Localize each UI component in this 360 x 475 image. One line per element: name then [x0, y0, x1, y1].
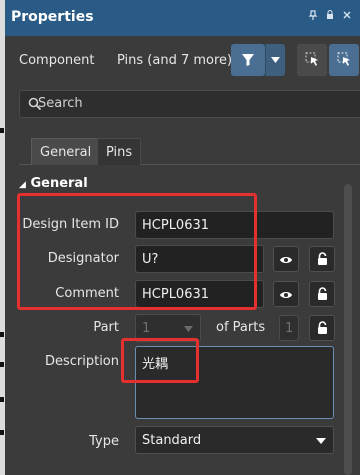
section-general-header[interactable]: ◢ General [19, 176, 88, 191]
lock-icon[interactable] [322, 10, 338, 26]
lock-icon [318, 252, 327, 265]
funnel-icon [242, 54, 254, 66]
of-parts-value: 1 [279, 315, 299, 341]
type-select[interactable]: Standard [135, 426, 334, 454]
cursor-select-icon [305, 52, 318, 66]
section-title: General [30, 176, 88, 191]
close-icon[interactable] [339, 10, 355, 26]
select-mode-button[interactable] [297, 44, 327, 76]
comment-visibility-button[interactable] [273, 281, 299, 307]
scrollbar[interactable] [344, 184, 352, 475]
filter-dropdown-button[interactable] [265, 44, 285, 76]
edge-mark [0, 397, 4, 402]
annotation-highlight-box [121, 338, 199, 383]
annotation-highlight-box [17, 193, 257, 310]
select-filter-mode-button[interactable] [329, 44, 359, 76]
tab-general[interactable]: General [31, 138, 101, 165]
type-label: Type [89, 434, 119, 449]
filter-button[interactable] [231, 44, 265, 76]
part-value: 1 [142, 321, 151, 336]
filter-scope-label: Pins (and 7 more) [117, 53, 233, 68]
cursor-filter-icon [337, 52, 350, 66]
collapse-triangle-icon: ◢ [19, 180, 26, 190]
edge-mark [0, 332, 4, 337]
part-lock-button[interactable] [309, 315, 335, 341]
component-label: Component [19, 53, 95, 68]
part-label: Part [93, 320, 119, 335]
type-value: Standard [142, 433, 202, 448]
edge-mark [0, 128, 4, 133]
chevron-down-icon [184, 326, 193, 332]
description-label: Description [44, 354, 119, 369]
designator-lock-button[interactable] [309, 246, 335, 272]
edge-mark [0, 362, 4, 367]
edge-mark [0, 430, 4, 435]
lock-icon [318, 287, 327, 300]
of-parts-label: of Parts [216, 320, 266, 335]
designator-visibility-button[interactable] [273, 246, 299, 272]
eye-icon [280, 292, 292, 298]
chevron-down-icon [271, 57, 280, 63]
chevron-down-icon [316, 438, 326, 444]
lock-icon [318, 321, 327, 334]
tab-pins[interactable]: Pins [97, 138, 142, 165]
properties-panel: Properties Component Pins (and 7 more) S… [5, 0, 360, 475]
pin-icon[interactable] [305, 10, 321, 26]
comment-lock-button[interactable] [309, 281, 335, 307]
panel-title: Properties [11, 9, 94, 25]
search-input[interactable]: Search [38, 96, 83, 111]
eye-icon [280, 257, 292, 263]
